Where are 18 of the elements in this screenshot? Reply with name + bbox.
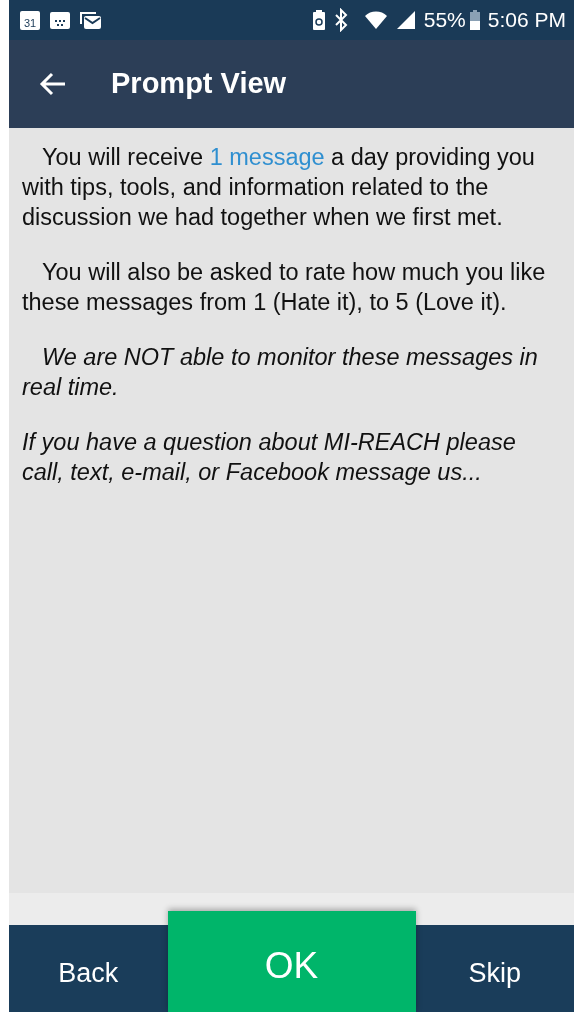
message-paragraph: You will also be asked to rate how much you like these messages from 1 (Hate it), to 5 (Love it). <box>22 258 547 317</box>
battery-saver-icon <box>311 9 326 31</box>
calendar-icon: 31 <box>19 9 41 31</box>
battery-percent: 55% <box>423 7 466 34</box>
signal-icon <box>395 10 416 30</box>
footer-button[interactable]: Skip <box>415 925 574 1012</box>
screen-title: Prompt View <box>111 66 287 102</box>
back-arrow-icon[interactable] <box>39 72 67 96</box>
message-paragraph: We are NOT able to monitor these messages in real time. <box>22 343 539 402</box>
message-paragraph: You will receive 1 message a day providing you with tips, tools, and information related to the discussion we had together when we first met. <box>22 143 536 232</box>
footer-button[interactable]: Back <box>9 925 168 1012</box>
message-paragraph: If you have a question about MI-REACH please call, text, e-mail, or Facebook message us... <box>22 428 517 487</box>
calendar-icon <box>49 9 71 31</box>
mail-icon <box>79 9 101 31</box>
clock-time: 5:06 PM <box>487 7 566 34</box>
bluetooth-icon <box>333 8 348 32</box>
battery-icon <box>469 10 480 30</box>
wifi-icon <box>363 10 388 30</box>
